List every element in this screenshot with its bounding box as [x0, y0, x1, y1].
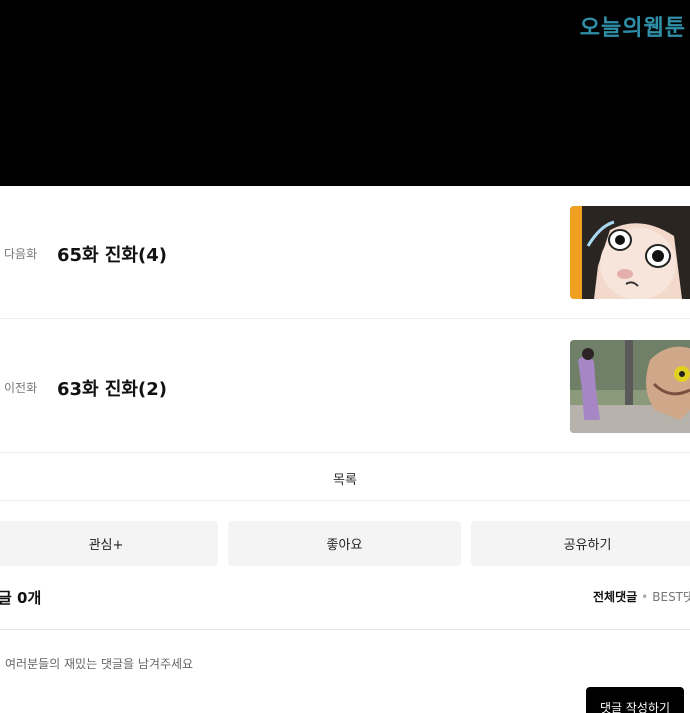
next-episode-thumbnail-art	[570, 206, 690, 299]
top-banner: 오늘의웹툰	[0, 0, 690, 186]
list-button[interactable]: 목록	[0, 454, 690, 501]
next-episode-thumbnail[interactable]	[570, 206, 690, 299]
write-comment-button[interactable]: 댓글 작성하기	[586, 687, 684, 713]
comment-count: 글 0개	[0, 589, 42, 607]
prev-episode-thumbnail-art	[570, 340, 690, 433]
prev-episode-label: 이전화	[4, 381, 38, 395]
tab-separator: •	[641, 590, 649, 604]
next-episode-row[interactable]: 다음화 65화 진화(4)	[0, 186, 690, 319]
list-label: 목록	[333, 473, 357, 488]
prev-episode-row[interactable]: 이전화 63화 진화(2)	[0, 320, 690, 453]
site-logo[interactable]: 오늘의웹툰	[580, 10, 686, 42]
next-episode-label: 다음화	[4, 247, 38, 261]
tab-best-comments[interactable]: BEST댓	[652, 590, 690, 604]
next-episode-title[interactable]: 65화 진화(4)	[57, 241, 167, 267]
comment-tabs: 전체댓글 • BEST댓	[593, 588, 690, 605]
like-button[interactable]: 좋아요	[228, 521, 461, 566]
follow-button[interactable]: 관심+	[0, 521, 218, 566]
comment-divider	[0, 629, 690, 630]
tab-all-comments[interactable]: 전체댓글	[593, 590, 637, 604]
prev-episode-title[interactable]: 63화 진화(2)	[57, 375, 167, 401]
comment-input[interactable]: 여러분들의 재밌는 댓글을 남겨주세요	[5, 655, 193, 672]
share-button[interactable]: 공유하기	[471, 521, 690, 566]
prev-episode-thumbnail[interactable]	[570, 340, 690, 433]
